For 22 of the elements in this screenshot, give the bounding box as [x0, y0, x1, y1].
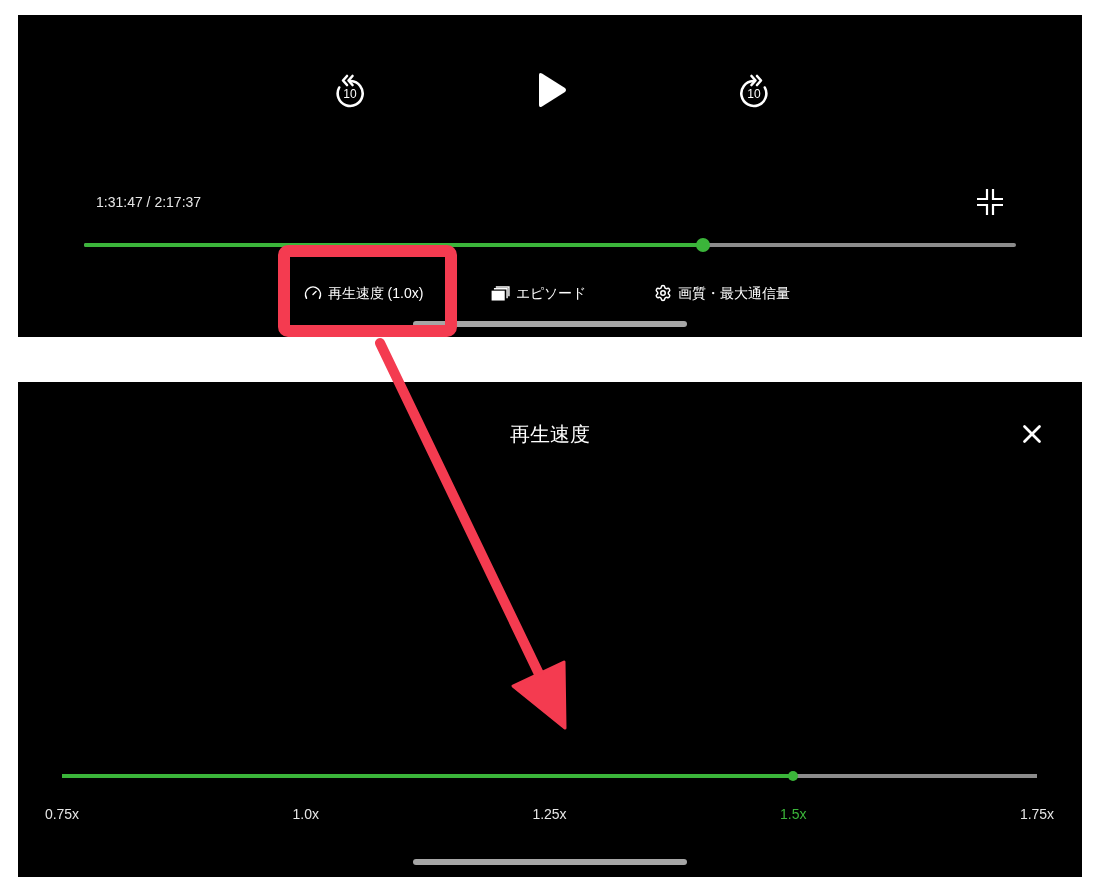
progress-thumb[interactable] [695, 238, 710, 252]
player-menu-button[interactable]: 画質・最大通信量 [654, 283, 791, 303]
speed-option[interactable]: 1.75x [1019, 805, 1055, 823]
player-menu-button[interactable]: 再生速度 (1.0x) [303, 283, 424, 303]
exit-fullscreen-icon [976, 188, 1004, 216]
skip-forward-button[interactable]: 10 [736, 72, 772, 108]
speed-slider-thumb[interactable] [788, 771, 799, 781]
play-icon [537, 72, 567, 108]
speed-slider-track[interactable] [62, 771, 1037, 781]
playback-time: 1:31:47 / 2:17:37 [96, 192, 202, 212]
speed-option[interactable]: 1.5x [780, 805, 807, 823]
stacked-cards-icon [491, 285, 511, 301]
gauge-icon [303, 284, 322, 302]
panel-title: 再生速度 [510, 422, 590, 447]
exit-fullscreen-button[interactable] [976, 188, 1004, 216]
speed-option[interactable]: 1.0x [292, 805, 319, 823]
speed-option[interactable]: 1.25x [532, 805, 567, 823]
player-menu-button[interactable]: エピソード [491, 283, 587, 303]
speed-option[interactable]: 0.75x [44, 805, 80, 823]
progress-track[interactable] [84, 238, 1016, 252]
gear-icon [654, 284, 673, 302]
skip-back-button[interactable]: 10 [332, 72, 368, 108]
